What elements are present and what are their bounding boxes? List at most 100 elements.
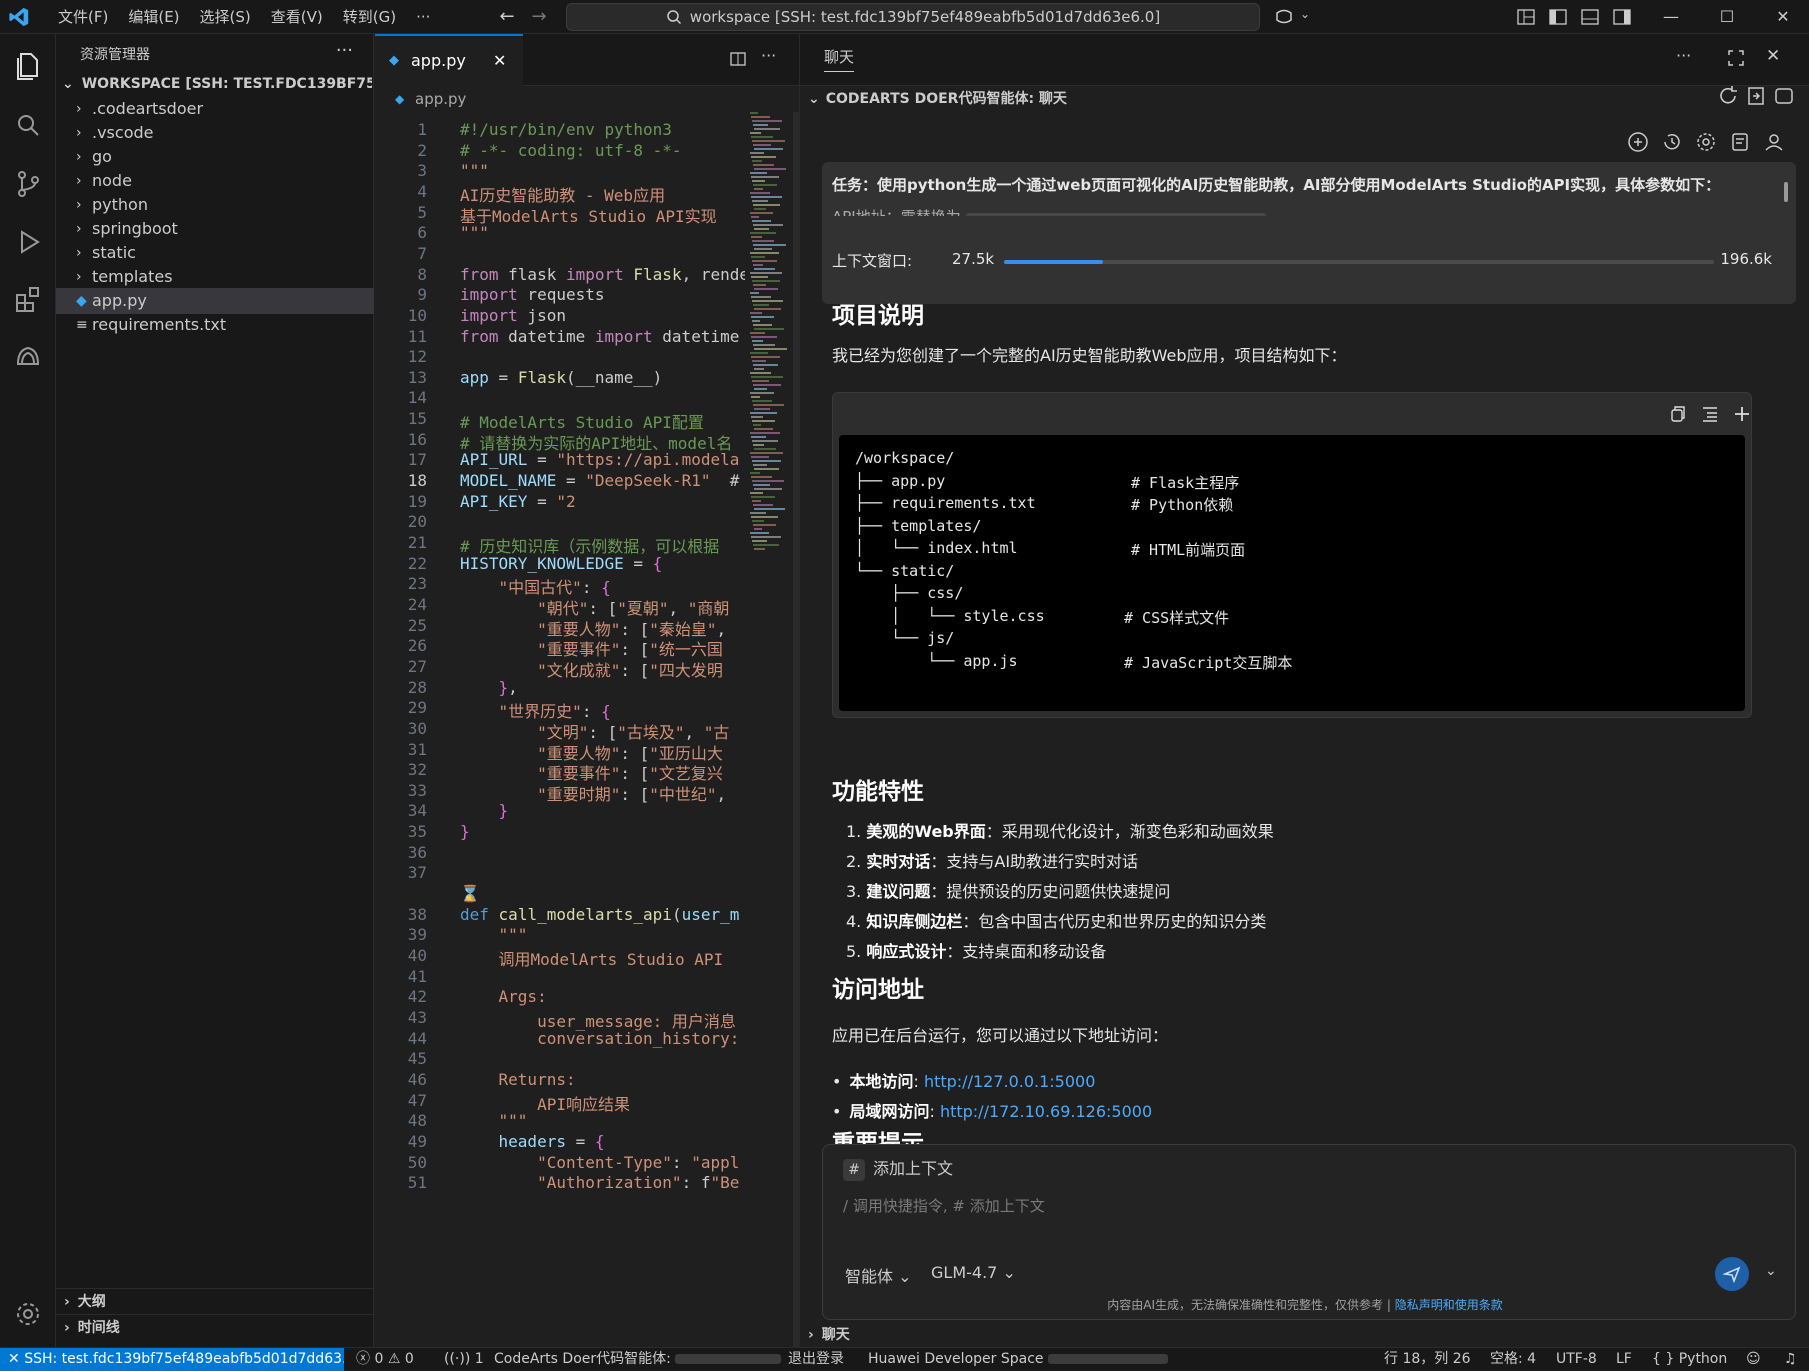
tree-item-go[interactable]: › go — [56, 144, 374, 170]
context-progress-fill — [1004, 260, 1104, 264]
menu-go[interactable]: 转到(G) — [333, 0, 406, 34]
settings-gear-icon[interactable] — [1694, 130, 1718, 154]
indentation[interactable]: 空格: 4 — [1490, 1348, 1536, 1370]
agent-status[interactable]: CodeArts Doer代码智能体: — [494, 1348, 782, 1370]
editor-more-icon[interactable]: ··· — [761, 46, 776, 65]
menu-view[interactable]: 查看(V) — [261, 0, 333, 34]
notifications-bell-icon[interactable]: ♫ — [1784, 1348, 1797, 1370]
refresh-icon[interactable] — [1716, 84, 1740, 108]
maximize-icon[interactable]: ☐ — [1704, 0, 1750, 34]
copilot-status-icon[interactable]: ☺ — [1746, 1348, 1761, 1370]
code-area[interactable]: 1 #!/usr/bin/env python3 2 # -*- coding: ut… — [375, 112, 799, 1347]
settings-gear-icon[interactable] — [10, 1296, 46, 1332]
history-icon[interactable] — [1660, 130, 1684, 154]
menu-edit[interactable]: 编辑(E) — [118, 0, 189, 34]
workspace-root[interactable]: ⌄ WORKSPACE [SSH: TEST.FDC139BF75EF489... — [62, 76, 372, 92]
eol[interactable]: LF — [1616, 1348, 1632, 1370]
new-chat-icon[interactable] — [1626, 130, 1650, 154]
search-icon[interactable] — [10, 108, 46, 144]
copilot-icon[interactable] — [1274, 7, 1294, 27]
line-number: 44 — [407, 1028, 427, 1048]
minimap[interactable] — [748, 112, 790, 552]
notes-icon[interactable] — [1728, 130, 1752, 154]
close-window-icon[interactable]: ✕ — [1760, 0, 1806, 34]
tree-item-python[interactable]: › python — [56, 192, 374, 218]
minimap-line — [753, 424, 761, 426]
tree-item-app-py[interactable]: ◆ app.py — [56, 288, 374, 314]
problems-indicator[interactable]: ⓧ 0 ⚠ 0 — [356, 1348, 414, 1370]
minimap-line — [752, 460, 781, 462]
toggle-primary-sidebar-icon[interactable] — [1548, 7, 1568, 27]
close-panel-icon[interactable]: ✕ — [1766, 46, 1780, 66]
copy-icon[interactable] — [1669, 405, 1687, 423]
remote-indicator[interactable]: ✕ SSH: test.fdc139bf75ef489eabfb5d01d7dd… — [0, 1348, 344, 1371]
tab-app-py[interactable]: ◆ app.py ✕ — [375, 34, 523, 86]
tree-comment: # CSS样式文件 — [1124, 608, 1230, 627]
tree-item-static[interactable]: › static — [56, 240, 374, 266]
toggle-secondary-sidebar-icon[interactable] — [1612, 7, 1632, 27]
chat-input-placeholder[interactable]: / 调用快捷指令, # 添加上下文 — [843, 1195, 1045, 1216]
privacy-link[interactable]: 隐私声明和使用条款 — [1395, 1298, 1503, 1312]
local-url-link[interactable]: http://127.0.0.1:5000 — [924, 1072, 1095, 1091]
send-icon[interactable] — [1715, 1257, 1749, 1291]
split-editor-icon[interactable] — [729, 50, 747, 68]
encoding[interactable]: UTF-8 — [1556, 1348, 1597, 1370]
lan-url-link[interactable]: http://172.10.69.126:5000 — [940, 1102, 1152, 1121]
close-tab-icon[interactable]: ✕ — [493, 36, 506, 86]
export-icon[interactable] — [1744, 84, 1768, 108]
user-avatar-icon[interactable] — [1762, 130, 1786, 154]
customize-layout-icon[interactable] — [1516, 7, 1536, 27]
task-scrollbar[interactable] — [1784, 182, 1788, 202]
more-actions-icon[interactable]: ··· — [1676, 46, 1691, 65]
menu-selection[interactable]: 选择(S) — [190, 0, 261, 34]
line-number: 19 — [407, 491, 427, 511]
cursor-position[interactable]: 行 18，列 26 — [1384, 1348, 1471, 1370]
language-mode[interactable]: { } Python — [1652, 1348, 1727, 1370]
forward-arrow-icon[interactable]: → — [526, 4, 552, 30]
add-context-button[interactable]: # 添加上下文 — [843, 1155, 953, 1181]
chat-footer-section[interactable]: › 聊天 — [808, 1324, 850, 1344]
chat-section-header[interactable]: ⌄ CODEARTS DOER代码智能体: 聊天 — [808, 88, 1067, 108]
model-selector[interactable]: GLM-4.7 ⌄ — [931, 1263, 1016, 1282]
explorer-icon[interactable] — [10, 48, 46, 84]
codearts-icon[interactable] — [10, 340, 46, 376]
minimap-line — [751, 316, 774, 318]
tree-item-templates[interactable]: › templates — [56, 264, 374, 290]
tree-item-vscode[interactable]: › .vscode — [56, 120, 374, 146]
tree-item-requirements[interactable]: ≡ requirements.txt — [56, 312, 374, 338]
feature-number: 1. — [846, 822, 867, 841]
tree-item-springboot[interactable]: › springboot — [56, 216, 374, 242]
chat-input-box[interactable]: # 添加上下文 / 调用快捷指令, # 添加上下文 智能体 ⌄ GLM-4.7 ⌄… — [822, 1144, 1796, 1320]
maximize-panel-icon[interactable] — [1728, 50, 1744, 66]
command-center[interactable]: workspace [SSH: test.fdc139bf75ef489eabf… — [566, 3, 1260, 31]
add-icon[interactable] — [1733, 405, 1751, 423]
menu-more[interactable]: ··· — [406, 0, 440, 34]
minimap-line — [752, 160, 762, 162]
toggle-panel-icon[interactable] — [1580, 7, 1600, 27]
logout-button[interactable]: 退出登录 — [788, 1348, 844, 1370]
chevron-down-icon[interactable]: ⌄ — [1300, 7, 1310, 21]
run-debug-icon[interactable] — [10, 224, 46, 260]
minimize-icon[interactable]: — — [1648, 0, 1694, 34]
line-number: 21 — [407, 533, 427, 552]
panel-layout-icon[interactable] — [1772, 84, 1796, 108]
source-control-icon[interactable] — [10, 166, 46, 202]
menu-file[interactable]: 文件(F) — [48, 0, 118, 34]
tree-item-node[interactable]: › node — [56, 168, 374, 194]
extensions-icon[interactable] — [10, 282, 46, 318]
minimap-line — [754, 448, 776, 450]
line-number: 35 — [407, 822, 427, 842]
timeline-section[interactable]: › 时间线 — [56, 1314, 374, 1340]
minimap-line — [753, 264, 763, 266]
heading-features: 功能特性 — [832, 779, 924, 805]
chat-tab[interactable]: 聊天 — [824, 46, 855, 72]
mode-selector[interactable]: 智能体 ⌄ — [845, 1263, 912, 1287]
outline-section[interactable]: › 大纲 — [56, 1288, 374, 1314]
insert-icon[interactable] — [1701, 405, 1719, 423]
developer-space[interactable]: Huawei Developer Space — [868, 1348, 1168, 1370]
more-actions-icon[interactable]: ··· — [336, 40, 353, 61]
ports-indicator[interactable]: ((·)) 1 — [444, 1348, 484, 1370]
tree-item-codeartsdoer[interactable]: › .codeartsdoer — [56, 96, 374, 122]
back-arrow-icon[interactable]: ← — [494, 4, 520, 30]
send-options-chevron-icon[interactable]: ⌄ — [1765, 1263, 1777, 1279]
